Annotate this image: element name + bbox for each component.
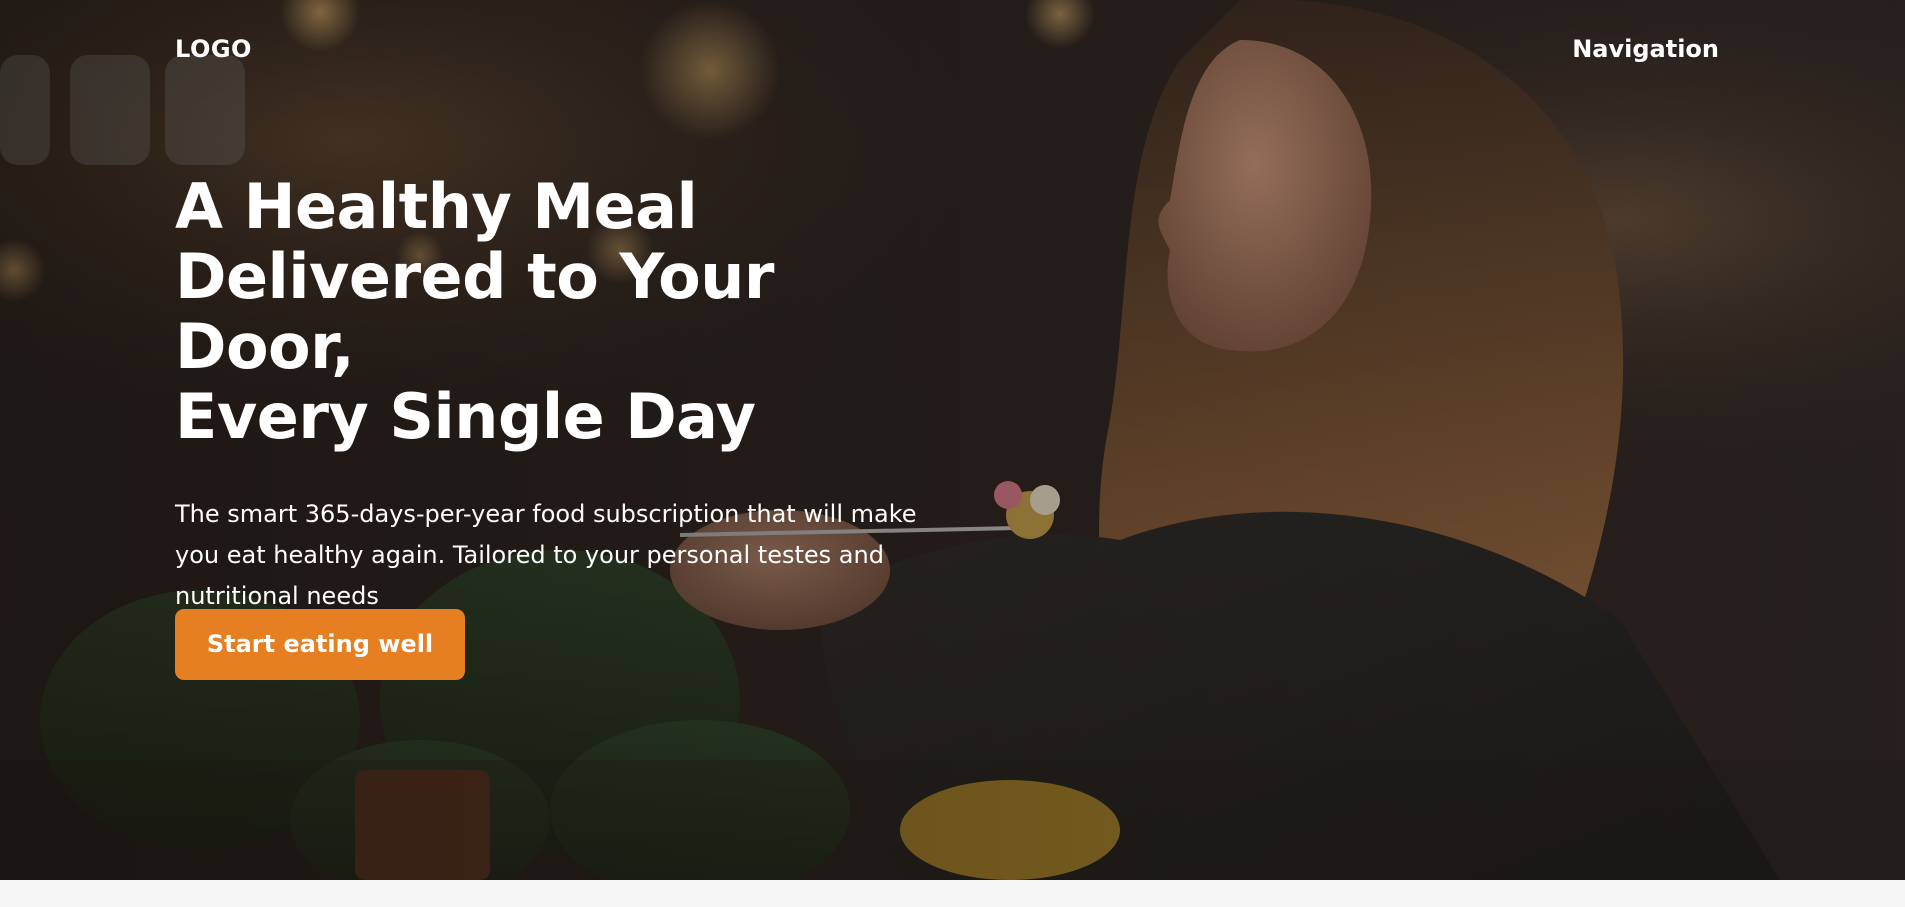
hero-title-line: Every Single Day [175,380,756,453]
hero-description: The smart 365-days-per-year food subscri… [175,500,917,610]
hero-section: LOGO Navigation A Healthy Meal Delivered… [0,0,1905,880]
hero-title-line: Delivered to Your Door, [175,240,774,383]
logo[interactable]: LOGO [175,34,252,64]
page: LOGO Navigation A Healthy Meal Delivered… [0,0,1905,907]
hero-title-line: A Healthy Meal [175,170,698,243]
hero-content: A Healthy Meal Delivered to Your Door, E… [175,172,965,617]
navigation-link[interactable]: Navigation [1572,34,1719,64]
next-section-edge [0,880,1905,907]
start-eating-well-button[interactable]: Start eating well [175,609,465,680]
hero-title: A Healthy Meal Delivered to Your Door, E… [175,172,965,452]
